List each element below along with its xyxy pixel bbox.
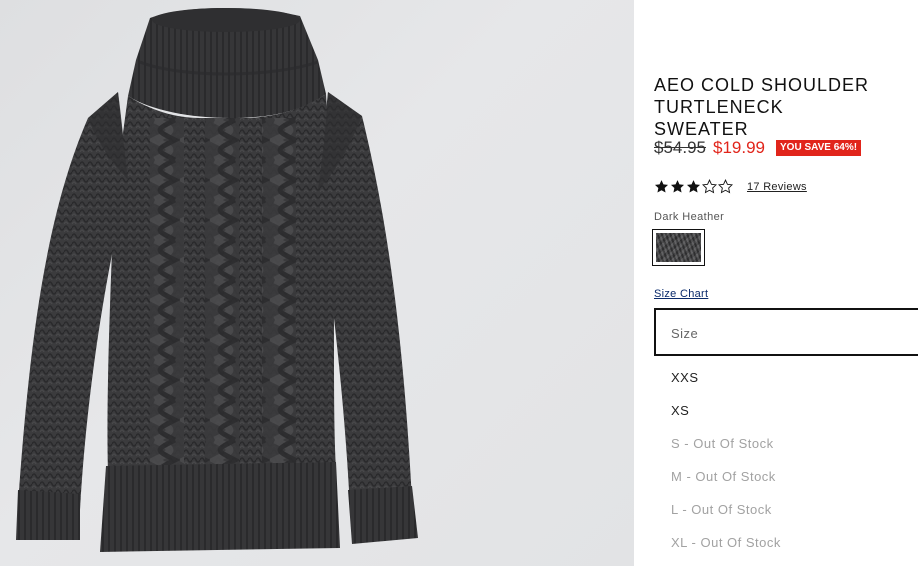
sale-price: $19.99 (713, 138, 765, 157)
star-empty-icon (702, 179, 717, 194)
product-title: AEO COLD SHOULDER TURTLENECK SWEATER (654, 75, 870, 139)
product-page: AEO COLD SHOULDER TURTLENECK SWEATER $54… (0, 0, 918, 566)
savings-badge: YOU SAVE 64%! (776, 140, 862, 156)
product-info-panel: AEO COLD SHOULDER TURTLENECK SWEATER $54… (634, 0, 918, 566)
reviews-link[interactable]: 17 Reviews (747, 181, 807, 193)
color-swatch-dark-heather[interactable] (652, 229, 705, 266)
original-price: $54.95 (654, 138, 706, 157)
star-empty-icon (718, 179, 733, 194)
product-image[interactable] (0, 0, 634, 566)
size-option-l: L - Out Of Stock (671, 502, 772, 517)
size-option-s: S - Out Of Stock (671, 436, 774, 451)
size-options-list: XXS XS S - Out Of Stock M - Out Of Stock… (654, 358, 918, 556)
size-chart-link[interactable]: Size Chart (654, 288, 708, 300)
star-filled-icon (670, 180, 685, 193)
size-option-xxs[interactable]: XXS (654, 358, 918, 391)
price-row: $54.95 $19.99 YOU SAVE 64%! (654, 138, 862, 158)
rating-row: 17 Reviews (654, 179, 807, 194)
size-option-xl: XL - Out Of Stock (671, 535, 781, 550)
color-name: Dark Heather (654, 211, 725, 223)
size-select-placeholder: Size (671, 326, 699, 341)
size-select[interactable]: Size (654, 308, 918, 356)
star-filled-icon (686, 180, 701, 193)
star-filled-icon (654, 180, 669, 193)
size-option-m: M - Out Of Stock (671, 469, 776, 484)
swatch-texture (656, 233, 701, 262)
size-option-xs[interactable]: XS (654, 391, 918, 424)
sweater-illustration (16, 7, 418, 552)
